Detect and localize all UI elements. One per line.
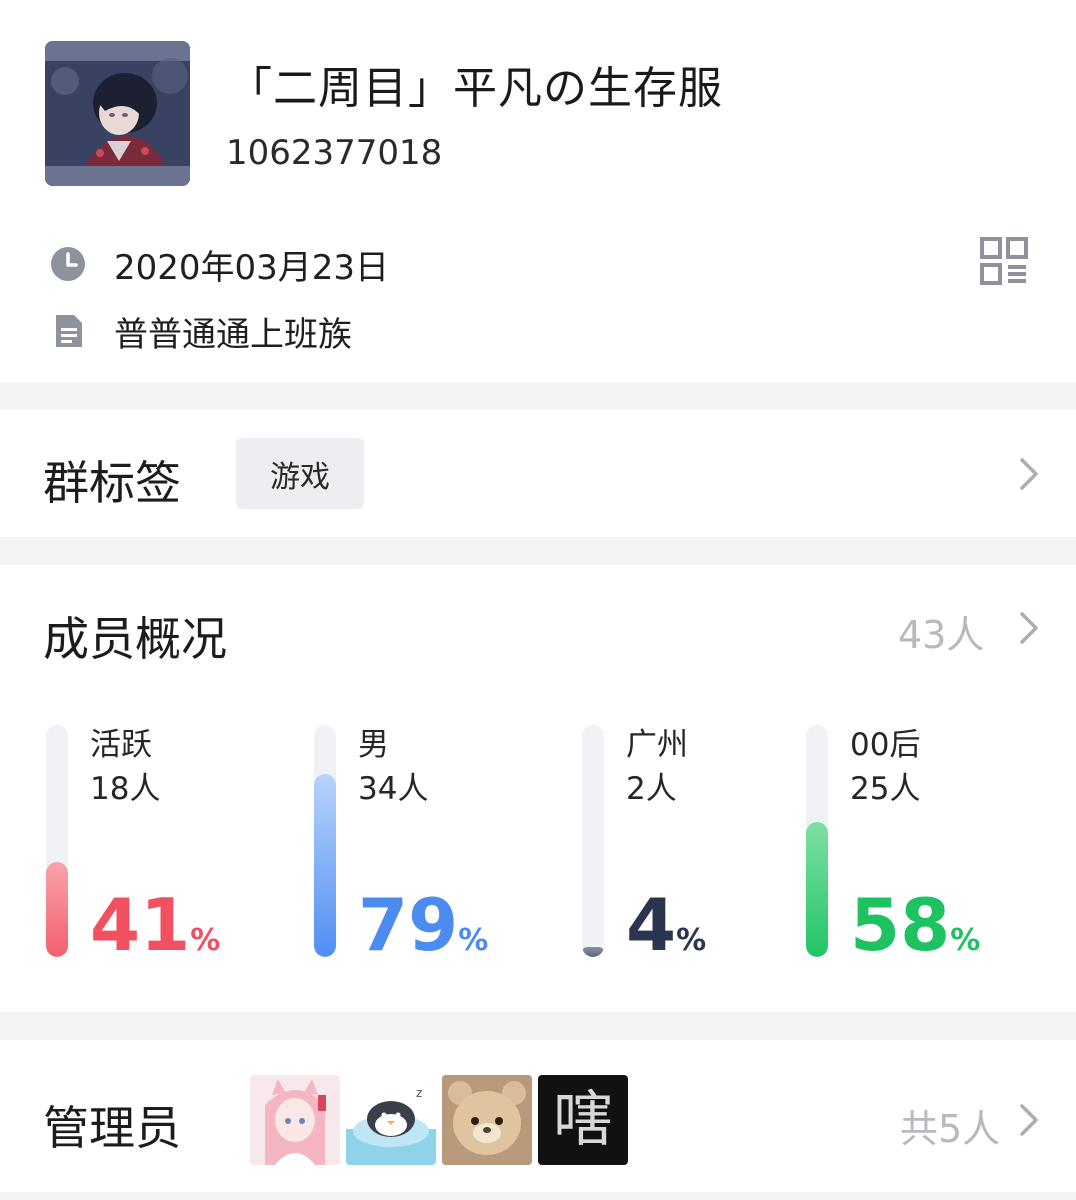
chevron-right-icon[interactable] <box>1018 610 1042 646</box>
stat-label: 活跃 <box>90 727 152 763</box>
admin-avatar[interactable]: 嗐 <box>538 1075 628 1165</box>
stat-percent: 4% <box>626 885 706 985</box>
stat-bar-fill <box>582 947 604 957</box>
group-description: 普普通通上班族 <box>114 314 352 355</box>
admin-avatar-image: z <box>346 1075 436 1165</box>
group-id: 1062377018 <box>226 133 443 173</box>
section-divider <box>0 382 1076 410</box>
tag-chip: 游戏 <box>236 438 364 509</box>
stat-bar-track <box>314 725 336 957</box>
group-header: 「二周目」平凡の生存服 1062377018 2020年03月23日 普普通通上… <box>0 0 1076 382</box>
admin-avatar[interactable] <box>250 1075 340 1165</box>
admins-title: 管理员 <box>43 1101 181 1155</box>
stat-percent-unit: % <box>950 923 981 958</box>
section-divider <box>0 1012 1076 1040</box>
clock-icon <box>50 246 86 282</box>
admin-avatar[interactable] <box>442 1075 532 1165</box>
svg-text:z: z <box>416 1086 422 1100</box>
admin-avatar-image <box>250 1075 340 1165</box>
stat-count: 2人 <box>626 771 677 807</box>
stat-percent-unit: % <box>458 923 489 958</box>
section-divider <box>0 537 1076 565</box>
group-name: 「二周目」平凡の生存服 <box>228 63 723 114</box>
stat-count: 25人 <box>850 771 921 807</box>
stat-bar-fill <box>314 774 336 957</box>
stat-percent-unit: % <box>676 923 707 958</box>
stat-label: 男 <box>358 727 389 763</box>
created-date: 2020年03月23日 <box>114 247 390 288</box>
qr-code-icon[interactable] <box>980 237 1028 285</box>
admin-avatar[interactable]: z <box>346 1075 436 1165</box>
stat-percent-unit: % <box>190 923 221 958</box>
member-count[interactable]: 43人 <box>898 604 984 659</box>
member-overview-title: 成员概况 <box>43 612 227 666</box>
stat-percent-value: 41 <box>90 883 191 967</box>
stat-count: 18人 <box>90 771 161 807</box>
group-tags-title: 群标签 <box>43 456 181 510</box>
stat-percent: 41% <box>90 885 220 985</box>
avatar-illustration <box>45 41 190 186</box>
stat-percent: 79% <box>358 885 488 985</box>
description-row: 普普通通上班族 <box>50 311 352 355</box>
admin-avatar-text: 嗐 <box>553 1085 613 1155</box>
stat-bar-track <box>46 725 68 957</box>
stat-label: 00后 <box>850 727 921 763</box>
stat-bar-fill <box>46 862 68 957</box>
stat-percent: 58% <box>850 885 980 985</box>
stat-percent-value: 79 <box>358 883 459 967</box>
section-divider <box>0 1192 1076 1200</box>
group-avatar[interactable] <box>45 41 190 186</box>
stat-bar-fill <box>806 822 828 957</box>
chevron-right-icon[interactable] <box>1018 456 1042 492</box>
admin-total: 共5人 <box>900 1107 1001 1151</box>
stat-label: 广州 <box>626 727 688 763</box>
admin-avatar-image <box>442 1075 532 1165</box>
stat-percent-value: 4 <box>626 883 677 967</box>
created-date-row: 2020年03月23日 <box>50 244 389 288</box>
stat-bar-track <box>806 725 828 957</box>
stat-count: 34人 <box>358 771 429 807</box>
stat-bar-track <box>582 725 604 957</box>
stat-percent-value: 58 <box>850 883 951 967</box>
chevron-right-icon[interactable] <box>1018 1102 1042 1138</box>
document-icon <box>50 313 86 349</box>
